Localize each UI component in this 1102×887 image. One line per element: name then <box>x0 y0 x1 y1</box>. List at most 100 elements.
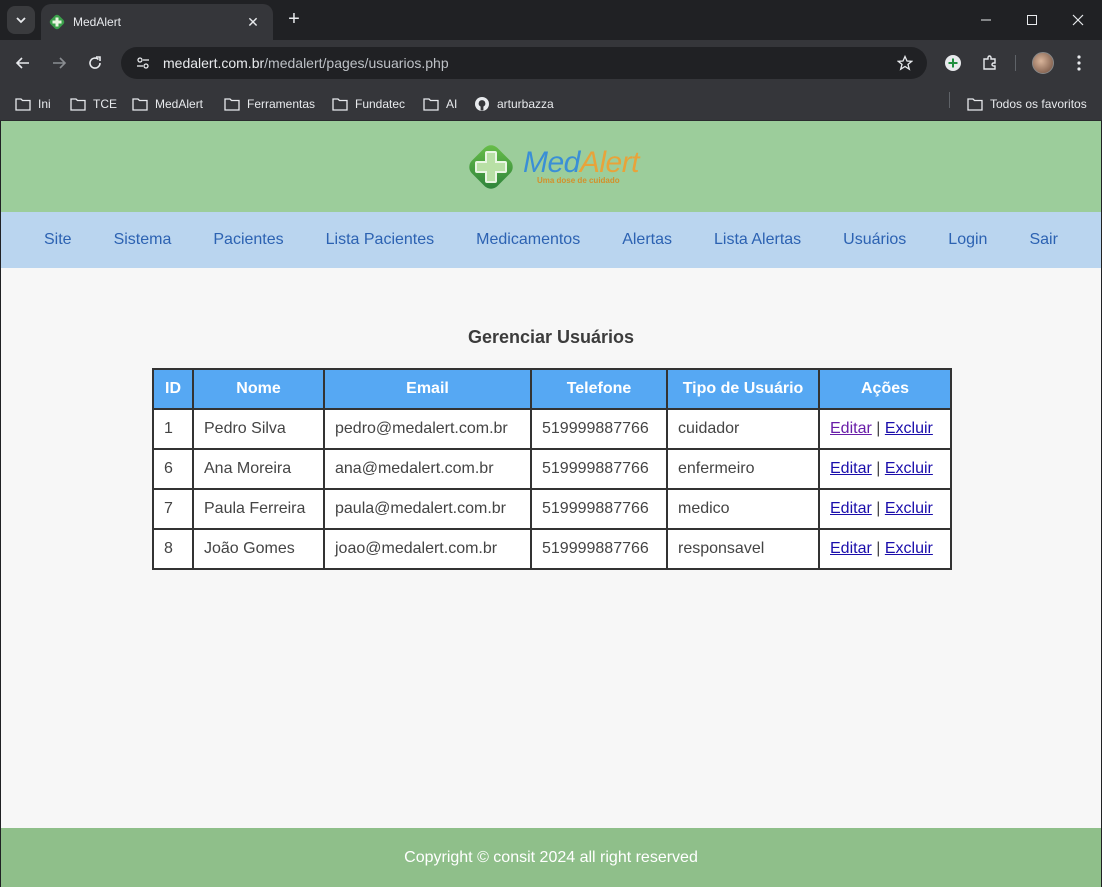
arrow-right-icon <box>53 57 67 69</box>
url-text[interactable]: medalert.com.br/medalert/pages/usuarios.… <box>163 55 895 71</box>
folder-icon <box>15 98 31 111</box>
medical-cross-logo-icon <box>469 144 513 189</box>
folder-icon <box>332 98 348 111</box>
cell-tipo: medico <box>666 488 820 530</box>
maximize-icon[interactable] <box>1020 8 1044 32</box>
cell-nome: Paula Ferreira <box>192 488 325 530</box>
edit-link[interactable]: Editar <box>830 460 872 477</box>
web-page: MedAlert Uma dose de cuidado Site Sistem… <box>0 121 1102 887</box>
edit-link[interactable]: Editar <box>830 500 872 517</box>
nav-link-site[interactable]: Site <box>23 231 93 249</box>
tab-strip: MedAlert ✕ + <box>0 0 1102 40</box>
bookmark-label: Todos os favoritos <box>990 97 1087 111</box>
cell-telefone: 519999887766 <box>530 528 668 570</box>
nav-link-sair[interactable]: Sair <box>1008 231 1078 249</box>
nav-link-sistema[interactable]: Sistema <box>93 231 193 249</box>
bookmark-folder-ai[interactable]: AI <box>423 93 457 115</box>
medalert-logo[interactable]: MedAlert Uma dose de cuidado <box>463 139 640 195</box>
users-table: ID Nome Email Telefone Tipo de Usuário A… <box>152 368 952 570</box>
bookmarks-divider <box>949 92 950 108</box>
bookmark-star-icon[interactable] <box>895 53 915 73</box>
action-separator: | <box>876 460 881 477</box>
nav-link-pacientes[interactable]: Pacientes <box>192 231 304 249</box>
tab-close-icon[interactable]: ✕ <box>243 14 263 31</box>
toolbar-divider <box>1015 55 1016 71</box>
minimize-icon[interactable] <box>974 8 998 32</box>
nav-link-lista-alertas[interactable]: Lista Alertas <box>693 231 822 249</box>
cell-telefone: 519999887766 <box>530 448 668 490</box>
folder-icon <box>132 98 148 111</box>
col-header-email: Email <box>323 368 532 410</box>
delete-link[interactable]: Excluir <box>885 540 933 557</box>
bookmark-label: Ferramentas <box>247 97 316 111</box>
cell-tipo: enfermeiro <box>666 448 820 490</box>
page-title: Gerenciar Usuários <box>467 327 635 347</box>
avatar <box>1032 52 1054 74</box>
col-header-id: ID <box>152 368 194 410</box>
nav-link-alertas[interactable]: Alertas <box>601 231 693 249</box>
bookmarks-bar: Ini TCE MedAlert Ferramentas Fundatec AI… <box>0 86 1102 121</box>
nav-link-lista-pacientes[interactable]: Lista Pacientes <box>305 231 456 249</box>
bookmark-folder-fundatec[interactable]: Fundatec <box>332 93 405 115</box>
site-header: MedAlert Uma dose de cuidado <box>1 121 1101 212</box>
bookmark-arturbazza[interactable]: arturbazza <box>474 93 554 115</box>
main-nav: Site Sistema Pacientes Lista Pacientes M… <box>1 212 1101 268</box>
logo-med-text: Med <box>522 146 580 179</box>
cell-tipo: responsavel <box>666 528 820 570</box>
bookmark-folder-tce[interactable]: TCE <box>70 93 117 115</box>
main-content: Gerenciar Usuários ID Nome Email Telefon… <box>1 268 1101 828</box>
delete-link[interactable]: Excluir <box>885 420 933 437</box>
bookmark-label: TCE <box>93 97 117 111</box>
new-tab-button[interactable]: + <box>282 8 306 32</box>
delete-link[interactable]: Excluir <box>885 460 933 477</box>
cell-id: 1 <box>152 408 194 450</box>
site-footer: Copyright © consit 2024 all right reserv… <box>1 828 1101 887</box>
cell-telefone: 519999887766 <box>530 488 668 530</box>
nav-link-login[interactable]: Login <box>927 231 1008 249</box>
edit-link[interactable]: Editar <box>830 420 872 437</box>
browser-toolbar: medalert.com.br/medalert/pages/usuarios.… <box>0 40 1102 86</box>
cell-email: paula@medalert.com.br <box>323 488 532 530</box>
cell-nome: Pedro Silva <box>192 408 325 450</box>
cell-acoes: Editar | Excluir <box>818 408 952 450</box>
col-header-acoes: Ações <box>818 368 952 410</box>
table-row: 1 Pedro Silva pedro@medalert.com.br 5199… <box>152 408 952 450</box>
footer-copyright: Copyright © consit 2024 all right reserv… <box>404 848 698 866</box>
nav-link-medicamentos[interactable]: Medicamentos <box>455 231 601 249</box>
edit-link[interactable]: Editar <box>830 540 872 557</box>
back-button[interactable] <box>11 51 35 75</box>
nav-link-usuarios[interactable]: Usuários <box>822 231 927 249</box>
action-separator: | <box>876 540 881 557</box>
reload-icon <box>89 56 101 69</box>
bookmark-folder-ini[interactable]: Ini <box>15 93 51 115</box>
profile-avatar[interactable] <box>1031 51 1055 75</box>
close-window-icon[interactable] <box>1066 8 1090 32</box>
bookmark-folder-medalert[interactable]: MedAlert <box>132 93 203 115</box>
bookmark-all-favorites[interactable]: Todos os favoritos <box>967 93 1087 115</box>
delete-link[interactable]: Excluir <box>885 500 933 517</box>
extension-add-icon[interactable] <box>941 51 965 75</box>
medalert-favicon-icon <box>49 14 65 30</box>
browser-tab-active[interactable]: MedAlert ✕ <box>41 4 273 40</box>
cell-id: 6 <box>152 448 194 490</box>
extensions-puzzle-icon[interactable] <box>978 51 1002 75</box>
url-host: medalert.com.br <box>163 55 265 71</box>
bookmark-label: MedAlert <box>155 97 204 111</box>
cell-acoes: Editar | Excluir <box>818 448 952 490</box>
bookmark-folder-ferramentas[interactable]: Ferramentas <box>224 93 315 115</box>
arrow-left-icon <box>15 57 29 69</box>
table-row: 7 Paula Ferreira paula@medalert.com.br 5… <box>152 488 952 530</box>
cell-email: joao@medalert.com.br <box>323 528 532 570</box>
bookmark-label: Fundatec <box>355 97 406 111</box>
reload-button[interactable] <box>83 51 107 75</box>
forward-button[interactable] <box>47 51 71 75</box>
col-header-telefone: Telefone <box>530 368 668 410</box>
action-separator: | <box>876 500 881 517</box>
cell-tipo: cuidador <box>666 408 820 450</box>
site-info-icon[interactable] <box>133 53 153 73</box>
address-bar[interactable]: medalert.com.br/medalert/pages/usuarios.… <box>121 47 927 79</box>
browser-menu-icon[interactable] <box>1067 51 1091 75</box>
bookmark-label: arturbazza <box>497 97 554 111</box>
tab-search-button[interactable] <box>7 6 35 34</box>
url-path: /medalert/pages/usuarios.php <box>264 55 449 71</box>
